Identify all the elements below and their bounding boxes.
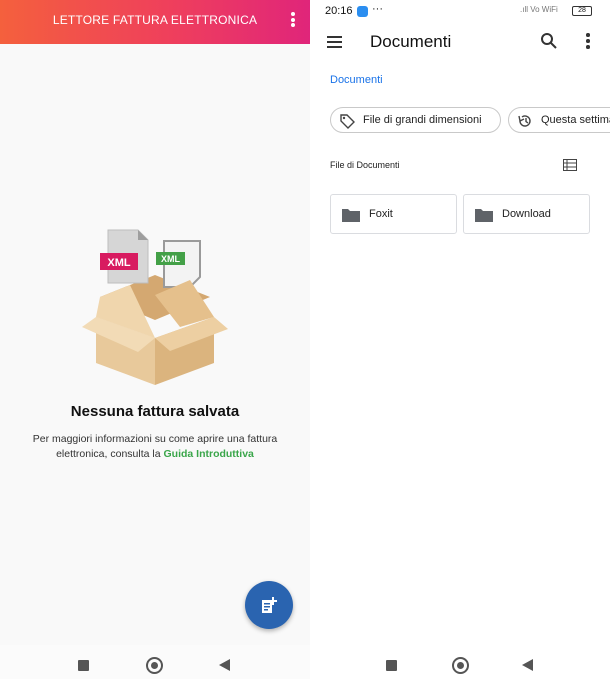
status-time: 20:16 bbox=[325, 5, 353, 17]
overflow-menu-icon[interactable] bbox=[290, 11, 296, 29]
xml-file-icon: XML bbox=[100, 229, 149, 284]
folder-name: Download bbox=[502, 208, 551, 220]
top-app-bar: Documenti bbox=[314, 22, 610, 62]
empty-state-description: Per maggiori informazioni su come aprire… bbox=[18, 432, 292, 462]
chip-this-week[interactable]: Questa settimana bbox=[508, 107, 610, 133]
left-screen: LETTORE FATTURA ELETTRONICA XML XML Ness… bbox=[0, 0, 310, 679]
screenshot-root: LETTORE FATTURA ELETTRONICA XML XML Ness… bbox=[0, 0, 610, 679]
back-button[interactable] bbox=[219, 659, 230, 671]
svg-text:XML: XML bbox=[107, 257, 131, 269]
svg-text:XML: XML bbox=[161, 254, 181, 264]
battery-icon: 28 bbox=[572, 6, 592, 16]
empty-box-illustration: XML XML bbox=[82, 229, 228, 385]
status-bar: 20:16 ··· .ıll Vo WiFi 28 bbox=[314, 0, 610, 22]
system-nav-bar bbox=[314, 645, 610, 679]
empty-state-title: Nessuna fattura salvata bbox=[70, 403, 240, 420]
folder-name: Foxit bbox=[369, 208, 393, 220]
breadcrumb[interactable]: Documenti bbox=[330, 74, 383, 86]
recents-button[interactable] bbox=[386, 660, 397, 671]
menu-icon[interactable] bbox=[327, 36, 342, 48]
list-view-icon[interactable] bbox=[563, 159, 577, 171]
folder-icon bbox=[342, 209, 360, 222]
open-invoice-fab[interactable] bbox=[245, 581, 293, 629]
page-title: Documenti bbox=[370, 32, 452, 51]
overflow-menu-icon[interactable] bbox=[586, 33, 590, 51]
guide-link[interactable]: Guida Introduttiva bbox=[163, 448, 253, 460]
right-screen: 20:16 ··· .ıll Vo WiFi 28 Documenti Docu… bbox=[314, 0, 610, 679]
document-add-icon bbox=[262, 597, 277, 613]
chip-large-files[interactable]: File di grandi dimensioni bbox=[330, 107, 501, 133]
section-title: File di Documenti bbox=[330, 160, 400, 170]
chip-label: Questa settimana bbox=[541, 114, 610, 126]
status-more: ··· bbox=[372, 3, 383, 15]
system-nav-bar bbox=[0, 645, 310, 679]
app-title: LETTORE FATTURA ELETTRONICA bbox=[52, 13, 258, 27]
tag-icon bbox=[340, 114, 355, 129]
recents-button[interactable] bbox=[78, 660, 89, 671]
app-notification-icon bbox=[357, 6, 368, 17]
app-bar: LETTORE FATTURA ELETTRONICA bbox=[0, 0, 310, 44]
back-button[interactable] bbox=[522, 659, 533, 671]
folder-icon bbox=[475, 209, 493, 222]
home-button[interactable] bbox=[452, 657, 469, 674]
history-icon bbox=[518, 115, 531, 127]
chip-label: File di grandi dimensioni bbox=[363, 114, 482, 126]
home-button[interactable] bbox=[146, 657, 163, 674]
signal-wifi-icon: .ıll Vo WiFi bbox=[520, 5, 558, 14]
folder-item[interactable]: Download bbox=[463, 194, 590, 234]
folder-item[interactable]: Foxit bbox=[330, 194, 457, 234]
search-icon[interactable] bbox=[540, 32, 558, 50]
